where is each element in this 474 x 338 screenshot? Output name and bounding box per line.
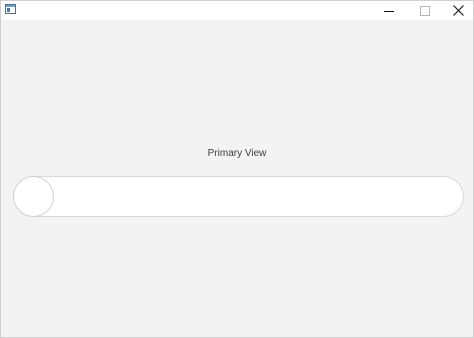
toggle-switch[interactable] — [13, 176, 464, 217]
window-app-icon — [5, 4, 16, 14]
app-window: Primary View — [0, 0, 474, 338]
minimize-icon — [384, 10, 394, 12]
main-content: Primary View — [1, 20, 473, 337]
title-bar[interactable] — [1, 1, 473, 20]
close-button[interactable] — [443, 1, 474, 20]
close-icon — [453, 5, 464, 16]
toggle-knob[interactable] — [13, 176, 54, 217]
maximize-icon — [420, 5, 430, 16]
minimize-button[interactable] — [371, 1, 407, 20]
view-label: Primary View — [207, 148, 267, 159]
maximize-button[interactable] — [407, 1, 443, 20]
